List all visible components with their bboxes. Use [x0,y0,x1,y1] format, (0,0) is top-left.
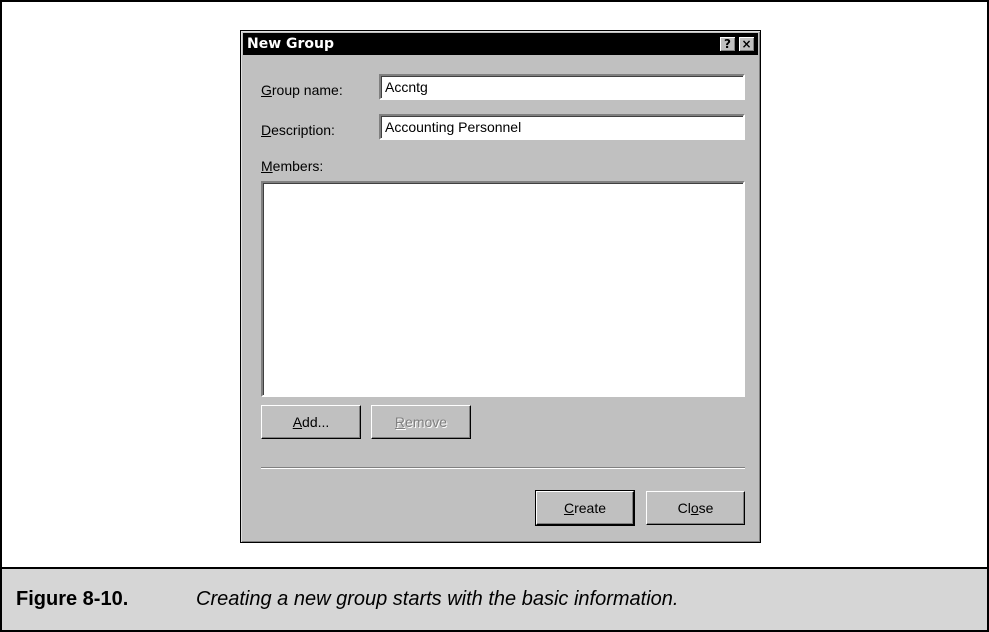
create-button-label: reate [574,500,607,516]
add-button[interactable]: Add... [261,405,361,439]
members-label-mnemonic: M [261,158,273,174]
members-label: Members: [261,158,323,174]
description-label: Description: [261,122,335,138]
figure-caption: Figure 8-10. Creating a new group starts… [2,567,987,630]
help-button[interactable]: ? [719,36,736,52]
new-group-dialog: New Group ? × Group name: Accntg Descrip… [240,30,761,543]
create-button[interactable]: Create [535,490,635,526]
close-icon[interactable]: × [738,36,755,52]
dialog-titlebar[interactable]: New Group ? × [243,33,758,55]
group-name-label-mnemonic: G [261,82,272,98]
members-label-text: embers: [272,158,324,174]
description-label-mnemonic: D [261,122,272,138]
dialog-title: New Group [247,36,335,52]
members-listbox[interactable] [261,181,745,397]
group-name-label: Group name: [261,82,343,98]
group-name-label-text: roup name: [271,82,343,98]
description-input[interactable]: Accounting Personnel [379,114,745,140]
screenshot-area: New Group ? × Group name: Accntg Descrip… [2,2,987,567]
caption-text: Creating a new group starts with the bas… [196,588,679,610]
remove-button[interactable]: Remove [371,405,471,439]
add-button-label: dd... [302,414,330,430]
dialog-separator [261,467,745,469]
close-button-label-pre: Cl [677,500,691,516]
group-name-input[interactable]: Accntg [379,74,745,100]
close-button-label-post: se [698,500,714,516]
caption-label: Figure 8-10. [16,588,129,610]
add-button-mnemonic: A [292,414,303,430]
close-button-mnemonic: o [690,500,699,516]
remove-button-label: emove [405,414,448,430]
title-buttons: ? × [719,36,755,52]
close-button[interactable]: Cl o se [646,491,745,525]
figure-frame: New Group ? × Group name: Accntg Descrip… [0,0,989,632]
description-label-text: escription: [271,122,335,138]
create-button-mnemonic: C [563,500,575,516]
remove-button-mnemonic: R [394,414,406,430]
